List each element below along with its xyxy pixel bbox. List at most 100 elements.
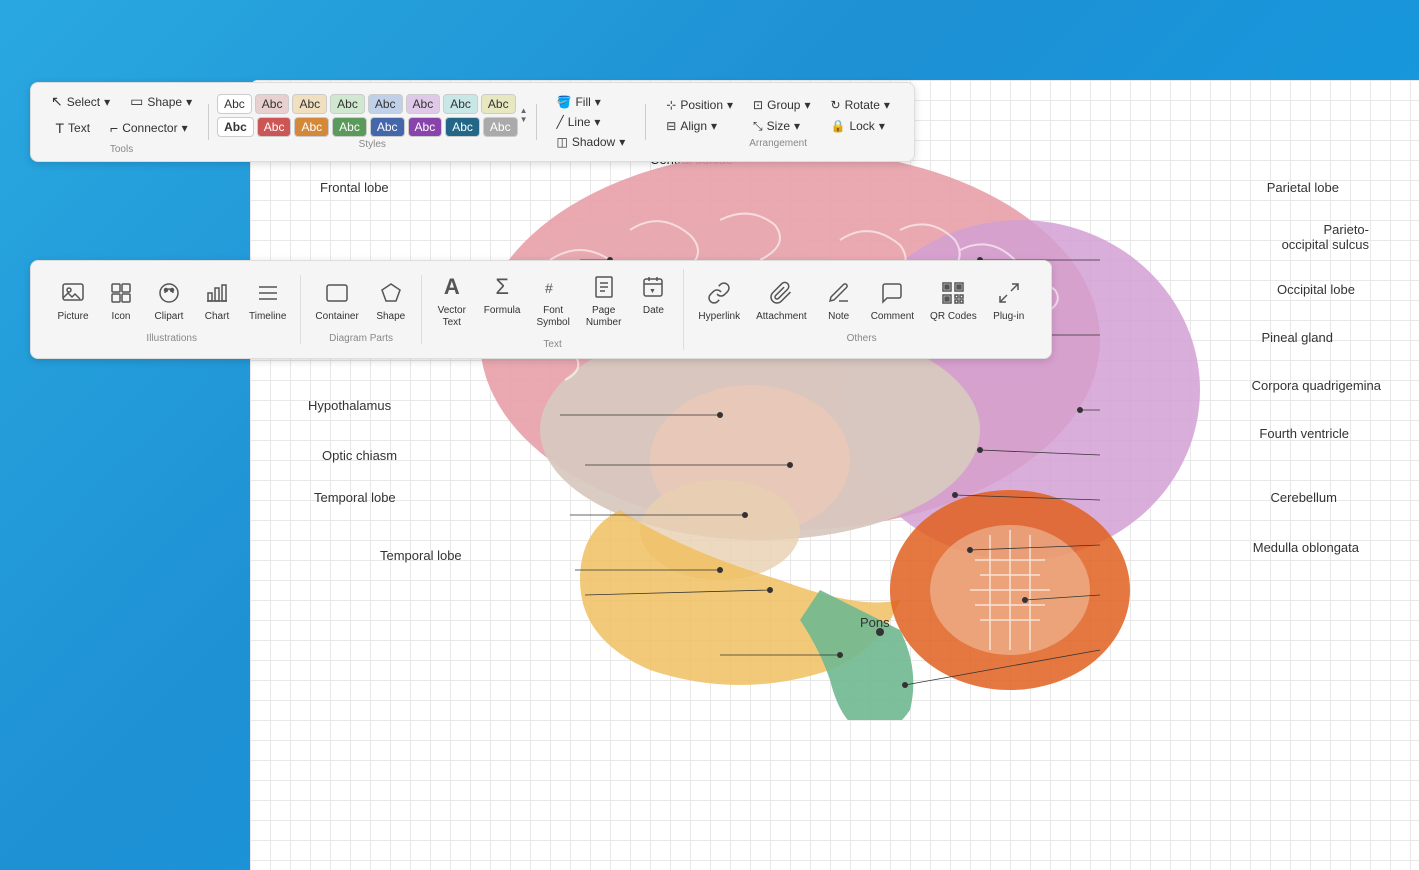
fill-dropdown: ▾ [595,95,601,109]
brain-diagram: Central sulcus [300,120,1399,850]
plugin-item[interactable]: Plug-in [987,275,1031,327]
formula-item[interactable]: Σ Formula [478,269,527,333]
fourth-ventricle-label: Fourth ventricle [1259,426,1349,441]
style-btn-5[interactable]: Abc [368,94,403,114]
shadow-dropdown: ▾ [619,135,625,149]
shape-dropdown-icon: ▾ [186,95,192,109]
style-btn-16[interactable]: Abc [483,117,518,137]
hypothalamus-label: Hypothalamus [308,398,391,413]
clipart-item[interactable]: Clipart [147,275,191,327]
optic-chiasm-label: Optic chiasm [322,448,397,463]
tools-section: ↖ Select ▾ ▭ Shape ▾ T Text ⌐ Connector … [43,89,200,155]
plugin-icon [995,279,1023,307]
page-number-item[interactable]: PageNumber [580,269,628,333]
qr-codes-icon [939,279,967,307]
font-symbol-label: FontSymbol [536,305,569,329]
attachment-item[interactable]: Attachment [750,275,813,327]
toolbar-top: ↖ Select ▾ ▭ Shape ▾ T Text ⌐ Connector … [30,82,915,162]
canvas-area[interactable]: Central sulcus [250,80,1419,870]
container-item[interactable]: Container [309,275,364,327]
styles-scroll: ▲ ▼ [520,107,528,124]
select-icon: ↖ [51,93,63,110]
style-btn-15[interactable]: Abc [445,117,480,137]
diagram-parts-section: Container Shape Diagram Parts [301,275,421,344]
chart-label: Chart [205,311,229,323]
style-btn-8[interactable]: Abc [481,94,516,114]
icon-item[interactable]: Icon [99,275,143,327]
style-btn-6[interactable]: Abc [406,94,441,114]
picture-item[interactable]: Picture [51,275,95,327]
vector-text-item[interactable]: A VectorText [430,269,474,333]
plugin-label: Plug-in [993,311,1024,323]
parieto-occipital-label: Parieto-occipital sulcus [1282,222,1369,252]
align-icon: ⊟ [666,119,676,133]
lock-icon: 🔒 [831,119,846,133]
cerebellum-label: Cerebellum [1271,490,1337,505]
connector-button[interactable]: ⌐ Connector ▾ [102,116,196,140]
shape-item-icon [377,279,405,307]
hyperlink-icon [705,279,733,307]
clipart-icon [155,279,183,307]
timeline-item[interactable]: Timeline [243,275,292,327]
note-item[interactable]: Note [817,275,861,327]
styles-section: Abc Abc Abc Abc Abc Abc Abc Abc Abc Abc … [217,94,527,150]
style-btn-1[interactable]: Abc [217,94,252,114]
line-dropdown: ▾ [594,115,600,129]
svg-text:Pons: Pons [860,615,890,630]
date-icon: ▼ [639,273,667,301]
qr-codes-label: QR Codes [930,311,977,323]
brain-svg: Pons [400,160,1220,720]
medulla-oblongata-label: Medulla oblongata [1253,540,1359,555]
container-icon [323,279,351,307]
date-item[interactable]: ▼ Date [631,269,675,333]
text-button[interactable]: T Text [47,116,98,140]
style-btn-12[interactable]: Abc [332,117,367,137]
chart-item[interactable]: Chart [195,275,239,327]
shape-icon: ▭ [130,93,143,110]
group-icon: ⊡ [753,98,763,112]
style-btn-10[interactable]: Abc [257,117,292,137]
rotate-button[interactable]: ↻ Rotate ▾ [827,96,894,114]
date-label: Date [643,305,664,317]
select-button[interactable]: ↖ Select ▾ [43,89,118,114]
comment-item[interactable]: Comment [865,275,920,327]
style-btn-4[interactable]: Abc [330,94,365,114]
style-btn-13[interactable]: Abc [370,117,405,137]
pineal-gland-label: Pineal gland [1261,330,1333,345]
format-section: 🪣 Fill ▾ ╱ Line ▾ ◫ Shadow ▾ [545,93,638,151]
style-btn-9[interactable]: Abc [217,117,254,137]
picture-icon [59,279,87,307]
line-button[interactable]: ╱ Line ▾ [553,113,630,131]
comment-label: Comment [871,311,914,323]
size-button[interactable]: ⤡ Size ▾ [749,117,814,136]
parietal-lobe-label: Parietal lobe [1267,180,1339,195]
lock-button[interactable]: 🔒 Lock ▾ [827,117,894,135]
shape-item[interactable]: Shape [369,275,413,327]
font-symbol-item[interactable]: # FontSymbol [530,269,575,333]
size-icon: ⤡ [753,119,763,134]
shadow-button[interactable]: ◫ Shadow ▾ [553,133,630,151]
position-icon: ⊹ [666,98,676,112]
font-symbol-icon: # [539,273,567,301]
position-button[interactable]: ⊹ Position ▾ [662,96,737,114]
style-btn-3[interactable]: Abc [292,94,327,114]
vector-text-icon: A [438,273,466,301]
align-button[interactable]: ⊟ Align ▾ [662,117,737,135]
abc-row-bottom: Abc Abc Abc Abc Abc Abc Abc Abc [217,117,517,137]
formula-icon: Σ [488,273,516,301]
qr-codes-item[interactable]: QR Codes [924,275,983,327]
styles-down-arrow[interactable]: ▼ [520,116,528,124]
icon-label: Icon [112,311,131,323]
style-btn-7[interactable]: Abc [443,94,478,114]
style-btn-2[interactable]: Abc [255,94,290,114]
svg-text:#: # [545,280,553,296]
group-button[interactable]: ⊡ Group ▾ [749,96,814,114]
shape-button[interactable]: ▭ Shape ▾ [122,89,200,114]
vector-text-label: VectorText [438,305,466,329]
rotate-icon: ↻ [831,98,841,112]
fill-button[interactable]: 🪣 Fill ▾ [553,93,630,111]
style-btn-14[interactable]: Abc [408,117,443,137]
hyperlink-item[interactable]: Hyperlink [692,275,746,327]
style-btn-11[interactable]: Abc [294,117,329,137]
styles-up-arrow[interactable]: ▲ [520,107,528,115]
